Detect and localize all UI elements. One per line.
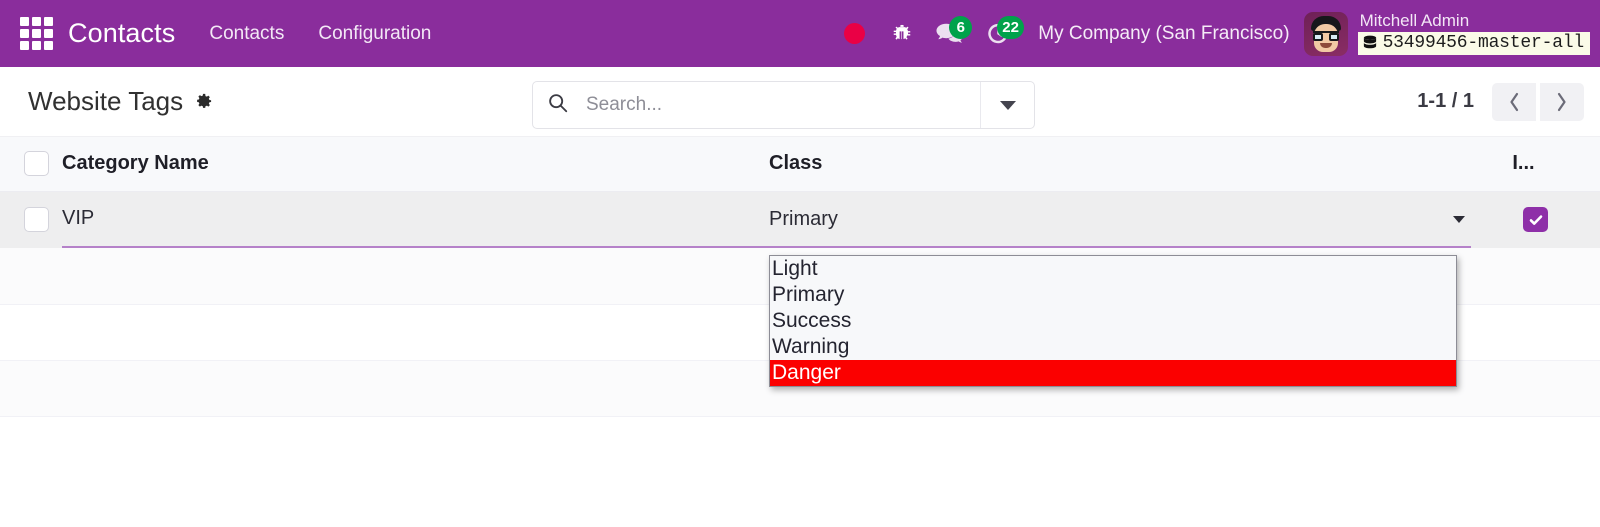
empty-cell (1471, 360, 1600, 417)
column-header-category-name[interactable]: Category Name (62, 137, 769, 192)
class-select-dropdown[interactable]: Light Primary Success Warning Danger (769, 255, 1457, 387)
chevron-down-icon[interactable] (980, 82, 1034, 128)
user-menu[interactable]: Mitchell Admin 53499456-master-all (1357, 10, 1590, 56)
column-header-active[interactable]: I... (1471, 137, 1600, 192)
activity-clock-icon[interactable]: 22 (978, 14, 1024, 54)
record-dot-icon[interactable] (834, 14, 874, 54)
pager: 1-1 / 1 (1417, 82, 1584, 121)
table-head: Category Name Class I... (0, 137, 1600, 192)
database-badge: 53499456-master-all (1357, 32, 1590, 56)
empty-cell (62, 360, 769, 417)
user-name-label: Mitchell Admin (1359, 10, 1470, 30)
select-all-header (0, 137, 62, 192)
bug-icon[interactable] (882, 14, 922, 54)
category-name-value[interactable]: VIP (62, 207, 769, 232)
messages-icon[interactable]: 6 (930, 14, 973, 54)
search-input[interactable] (586, 94, 966, 116)
cell-class[interactable]: Primary (769, 191, 1471, 248)
company-switcher[interactable]: My Company (San Francisco) (1038, 23, 1289, 45)
empty-cell (1471, 248, 1600, 305)
breadcrumb: Website Tags (28, 86, 213, 117)
chevron-down-icon (1453, 216, 1465, 224)
systray: 6 22 My Company (San Francisco) Mitchell… (830, 0, 1590, 67)
app-brand-contacts[interactable]: Contacts (68, 18, 175, 49)
select-option-primary[interactable]: Primary (770, 282, 1456, 308)
select-option-warning[interactable]: Warning (770, 334, 1456, 360)
select-option-danger[interactable]: Danger (770, 360, 1456, 386)
class-select[interactable]: Primary (769, 208, 1471, 231)
empty-cell (0, 304, 62, 361)
table-row[interactable]: VIP Primary (0, 191, 1600, 248)
empty-cell (62, 304, 769, 361)
cell-active[interactable] (1471, 191, 1600, 248)
page-title: Website Tags (28, 86, 184, 116)
chevron-right-icon[interactable] (1540, 82, 1584, 121)
messages-count-badge: 6 (949, 15, 973, 39)
search-view (532, 81, 1035, 129)
search-field-wrapper[interactable] (533, 82, 980, 128)
pager-value: 1-1 / 1 (1417, 90, 1474, 112)
search-icon (547, 92, 569, 119)
select-option-light[interactable]: Light (770, 256, 1456, 282)
empty-cell (1471, 304, 1600, 361)
menu-configuration[interactable]: Configuration (318, 23, 431, 45)
menu-contacts[interactable]: Contacts (209, 23, 284, 45)
row-checkbox[interactable] (24, 207, 49, 233)
table-header-row: Category Name Class I... (0, 137, 1600, 192)
database-name: 53499456-master-all (1382, 33, 1585, 54)
active-checkbox[interactable] (1523, 207, 1548, 232)
select-all-checkbox[interactable] (24, 151, 49, 177)
column-header-class[interactable]: Class (769, 137, 1471, 192)
empty-cell (62, 248, 769, 305)
empty-cell (0, 360, 62, 417)
empty-cell (0, 248, 62, 305)
gear-icon[interactable] (194, 92, 213, 111)
top-navbar: Contacts Contacts Configuration 6 22 My … (0, 0, 1600, 67)
database-icon (1363, 35, 1377, 51)
chevron-left-icon[interactable] (1492, 82, 1536, 121)
row-select-cell (0, 191, 62, 248)
class-select-value: Primary (769, 208, 838, 231)
apps-grid-icon[interactable] (20, 16, 54, 51)
select-option-success[interactable]: Success (770, 308, 1456, 334)
user-avatar[interactable] (1303, 11, 1348, 56)
activity-clock-count-badge: 22 (997, 15, 1024, 39)
cell-category-name[interactable]: VIP (62, 191, 769, 248)
